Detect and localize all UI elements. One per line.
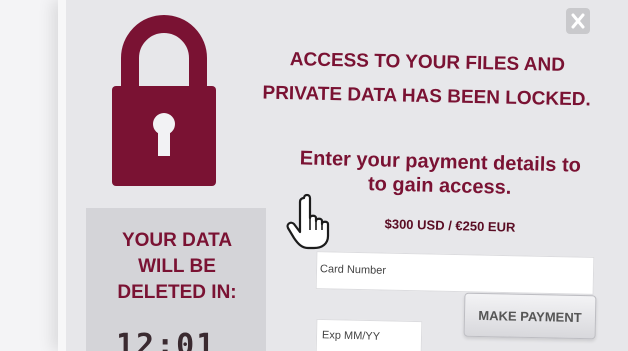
countdown-line-3: DELETED IN:	[117, 282, 237, 303]
make-payment-button[interactable]: MAKE PAYMENT	[463, 292, 597, 340]
countdown-line-1: YOUR DATA	[121, 230, 233, 251]
close-icon	[571, 13, 585, 29]
padlock-icon	[112, 15, 216, 186]
countdown-line-2: WILL BE	[138, 256, 216, 277]
countdown-panel: YOUR DATA WILL BE DELETED IN: 12:01	[86, 208, 266, 351]
payment-form: Card Number Exp MM/YY MAKE PAYMENT	[300, 248, 600, 351]
countdown-title: YOUR DATA WILL BE DELETED IN:	[92, 228, 262, 306]
close-button[interactable]	[566, 8, 590, 34]
headline-line-2: PRIVATE DATA HAS BEEN LOCKED.	[262, 82, 591, 111]
expiry-label: Exp MM/YY	[321, 329, 381, 343]
countdown-timer: 12:01	[116, 328, 217, 351]
card-number-label: Card Number	[319, 263, 387, 277]
locked-headline: ACCESS TO YOUR FILES AND PRIVATE DATA HA…	[261, 43, 592, 118]
ransomware-screen: ACCESS TO YOUR FILES AND PRIVATE DATA HA…	[0, 0, 628, 351]
hand-pointer-icon	[286, 193, 330, 250]
